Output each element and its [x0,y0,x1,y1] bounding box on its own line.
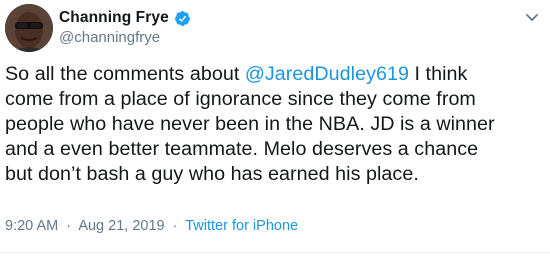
tweet-source-link[interactable]: Twitter for iPhone [185,218,298,234]
avatar[interactable] [5,4,53,52]
tweet-time[interactable]: 9:20 AM [5,218,58,234]
tweet-line-3: people who have never been in the NBA. J… [5,113,495,135]
tweet-line-2: come from a place of ignorance since the… [5,88,476,110]
tweet-date[interactable]: Aug 21, 2019 [78,218,164,234]
tweet-line-4: and a even better teammate. Melo deserve… [5,138,479,160]
avatar-image [5,4,53,52]
tweet-meta: 9:20 AM · Aug 21, 2019 · Twitter for iPh… [5,218,298,234]
tweet-card: Channing Frye @channingfrye So all the c… [0,0,550,259]
divider [0,252,550,253]
meta-separator: · [66,218,72,234]
tweet-line-5: but don’t bash a guy who has earned his … [5,163,419,185]
tweet-line-1-before: So all the comments about [5,63,245,85]
tweet-line-1-after: I think [409,63,468,85]
mention-link[interactable]: @JaredDudley619 [245,63,409,85]
tweet-line-1: So all the comments about @JaredDudley61… [5,62,545,87]
tweet-text: So all the comments about @JaredDudley61… [5,62,545,187]
chevron-down-icon[interactable] [523,8,541,26]
author-handle[interactable]: @channingfrye [59,29,160,46]
author-name-row: Channing Frye [59,9,191,27]
author-display-name[interactable]: Channing Frye [59,9,169,27]
verified-badge-icon [174,10,191,27]
meta-separator: · [172,218,178,234]
